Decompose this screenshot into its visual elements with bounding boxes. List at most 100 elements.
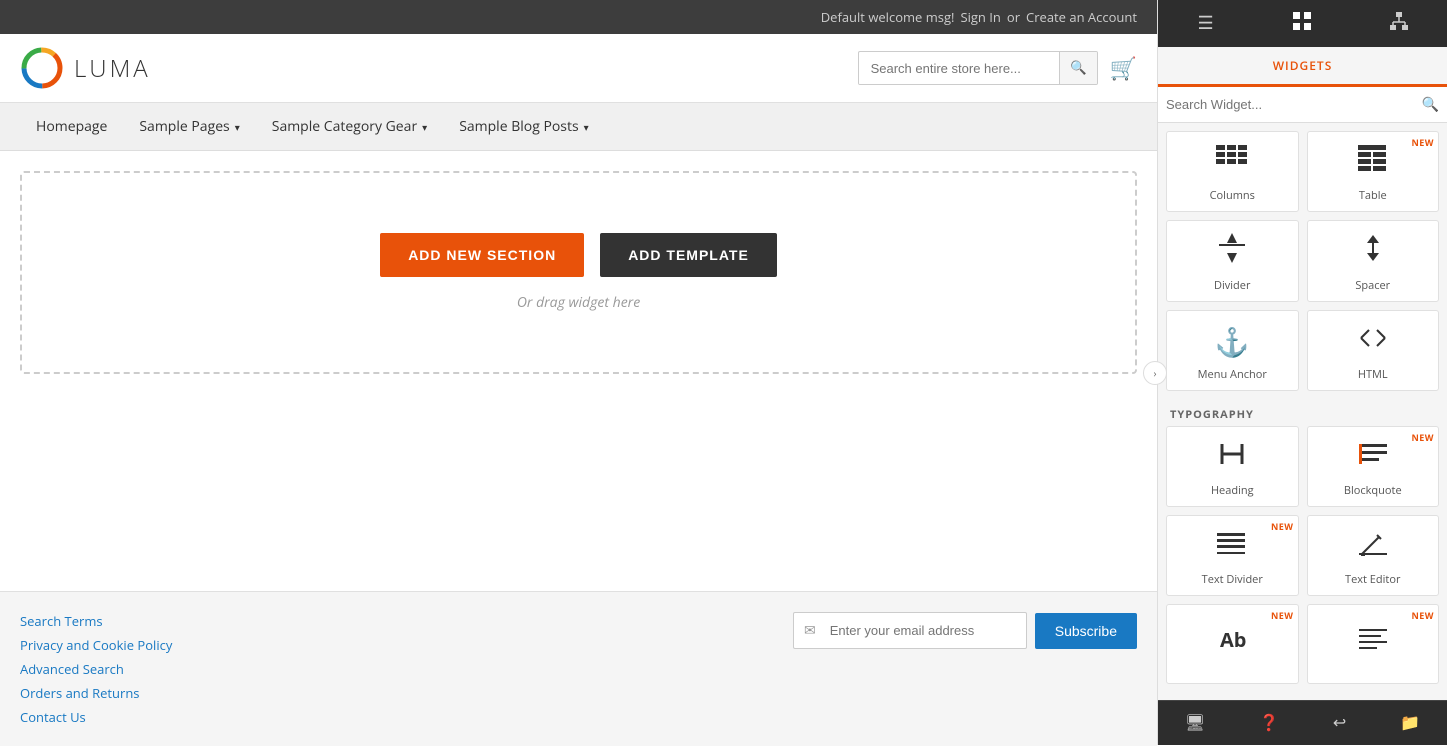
widgets-tab[interactable]: WIDGETS (1158, 47, 1447, 84)
sidebar-toolbar: ☰ (1158, 0, 1447, 47)
typography-section-title: TYPOGRAPHY (1166, 399, 1439, 426)
widget-html[interactable]: HTML (1307, 310, 1440, 391)
spacer-label: Spacer (1355, 278, 1390, 293)
widget-divider[interactable]: Divider (1166, 220, 1299, 302)
widget-row-3: ⚓ Menu Anchor HTML (1166, 310, 1439, 391)
text-divider-icon (1217, 528, 1247, 566)
logo-text: LUMA (74, 52, 151, 85)
search-input[interactable] (859, 53, 1059, 84)
footer-link-advanced-search[interactable]: Advanced Search (20, 660, 172, 678)
history-button[interactable]: ↩ (1323, 709, 1356, 737)
table-label: Table (1359, 188, 1387, 203)
spacer-icon (1359, 233, 1387, 272)
newsletter-area: ✉ Subscribe (793, 612, 1137, 649)
heading-icon (1218, 439, 1246, 477)
welcome-message: Default welcome msg! (821, 8, 955, 26)
widget-row-1: Columns NEW (1166, 131, 1439, 212)
text-divider-badge-new: NEW (1271, 520, 1294, 533)
blockquote-icon (1359, 439, 1387, 477)
email-icon: ✉ (794, 613, 826, 648)
widget-blockquote[interactable]: NEW Blockquote (1307, 426, 1440, 507)
nav-bar: Homepage Sample Pages ▾ Sample Category … (0, 103, 1157, 151)
nav-item-category-gear[interactable]: Sample Category Gear ▾ (256, 103, 443, 150)
cart-icon[interactable]: 🛒 (1110, 53, 1137, 83)
widget-table[interactable]: NEW Table (1307, 131, 1440, 212)
help-button[interactable]: ❓ (1249, 709, 1289, 737)
top-bar: Default welcome msg! Sign In or Create a… (0, 0, 1157, 34)
divider-label: Divider (1214, 278, 1250, 293)
search-button[interactable]: 🔍 (1059, 52, 1097, 84)
extra-b-badge-new: NEW (1411, 609, 1434, 622)
widget-row-5: NEW Text Divider (1166, 515, 1439, 596)
site-header: LUMA 🔍 🛒 (0, 34, 1157, 103)
create-account-link[interactable]: Create an Account (1026, 8, 1137, 26)
sidebar-tabs: WIDGETS (1158, 47, 1447, 87)
widget-spacer[interactable]: Spacer (1307, 220, 1440, 302)
hierarchy-button[interactable] (1380, 8, 1418, 39)
widget-columns[interactable]: Columns (1166, 131, 1299, 212)
table-badge-new: NEW (1411, 136, 1434, 149)
widget-search: 🔍 (1158, 87, 1447, 123)
heading-label: Heading (1211, 483, 1254, 498)
sidebar-collapse-button[interactable]: › (1143, 361, 1167, 385)
table-icon (1358, 144, 1388, 182)
widget-heading[interactable]: Heading (1166, 426, 1299, 507)
menu-anchor-label: Menu Anchor (1198, 367, 1267, 382)
chevron-down-icon: ▾ (235, 120, 240, 134)
anchor-icon: ⚓ (1215, 323, 1250, 361)
footer-link-orders-returns[interactable]: Orders and Returns (20, 684, 172, 702)
extra-a-icon: Ab (1218, 624, 1246, 662)
blockquote-label: Blockquote (1344, 483, 1402, 498)
extra-b-icon (1359, 624, 1387, 662)
newsletter-email-input[interactable] (826, 615, 1026, 646)
logo-area: LUMA (20, 46, 151, 90)
chevron-down-icon-3: ▾ (584, 120, 589, 134)
drag-hint: Or drag widget here (517, 293, 640, 312)
widget-extra-b[interactable]: NEW (1307, 604, 1440, 684)
widget-menu-anchor[interactable]: ⚓ Menu Anchor (1166, 310, 1299, 391)
or-text: or (1007, 8, 1020, 26)
drop-zone: ADD NEW SECTION ADD TEMPLATE Or drag wid… (20, 171, 1137, 374)
footer-link-contact-us[interactable]: Contact Us (20, 708, 172, 726)
search-box: 🔍 (858, 51, 1098, 85)
divider-icon (1217, 233, 1247, 272)
nav-item-blog-posts[interactable]: Sample Blog Posts ▾ (443, 103, 604, 150)
sidebar-wrapper: ☰ WIDGETS (1157, 0, 1447, 746)
add-new-section-button[interactable]: ADD NEW SECTION (380, 233, 584, 277)
html-label: HTML (1358, 367, 1388, 382)
nav-label-blog-posts: Sample Blog Posts (459, 117, 578, 136)
header-right: 🔍 🛒 (858, 51, 1137, 85)
nav-label-homepage: Homepage (36, 117, 107, 136)
sidebar-bottom-toolbar: 🖥 ❓ ↩ 📁 (1158, 700, 1447, 745)
drop-zone-buttons: ADD NEW SECTION ADD TEMPLATE (380, 233, 777, 277)
widget-row-2: Divider Spacer (1166, 220, 1439, 302)
widget-search-input[interactable] (1166, 97, 1422, 112)
newsletter-input-wrapper: ✉ (793, 612, 1027, 649)
text-editor-label: Text Editor (1345, 572, 1400, 587)
text-divider-label: Text Divider (1202, 572, 1263, 587)
add-template-button[interactable]: ADD TEMPLATE (600, 233, 777, 277)
folder-button[interactable]: 📁 (1390, 709, 1430, 737)
main-area: Default welcome msg! Sign In or Create a… (0, 0, 1157, 746)
nav-label-category-gear: Sample Category Gear (272, 117, 417, 136)
footer-link-search-terms[interactable]: Search Terms (20, 612, 172, 630)
monitor-button[interactable]: 🖥 (1175, 709, 1215, 737)
logo-icon (20, 46, 64, 90)
widget-extra-a[interactable]: NEW Ab (1166, 604, 1299, 684)
site-footer: Search Terms Privacy and Cookie Policy A… (0, 591, 1157, 746)
footer-link-privacy[interactable]: Privacy and Cookie Policy (20, 636, 172, 654)
widget-text-divider[interactable]: NEW Text Divider (1166, 515, 1299, 596)
grid-view-button[interactable] (1283, 8, 1321, 39)
nav-item-sample-pages[interactable]: Sample Pages ▾ (123, 103, 255, 150)
text-editor-icon (1359, 528, 1387, 566)
chevron-down-icon-2: ▾ (422, 120, 427, 134)
nav-item-homepage[interactable]: Homepage (20, 103, 123, 150)
sign-in-link[interactable]: Sign In (960, 8, 1000, 26)
footer-links: Search Terms Privacy and Cookie Policy A… (20, 612, 172, 726)
widget-text-editor[interactable]: Text Editor (1307, 515, 1440, 596)
page-content: ADD NEW SECTION ADD TEMPLATE Or drag wid… (0, 151, 1157, 591)
columns-icon (1216, 144, 1248, 182)
widget-row-6: NEW Ab NEW (1166, 604, 1439, 684)
hamburger-menu-button[interactable]: ☰ (1187, 8, 1223, 39)
subscribe-button[interactable]: Subscribe (1035, 613, 1137, 649)
